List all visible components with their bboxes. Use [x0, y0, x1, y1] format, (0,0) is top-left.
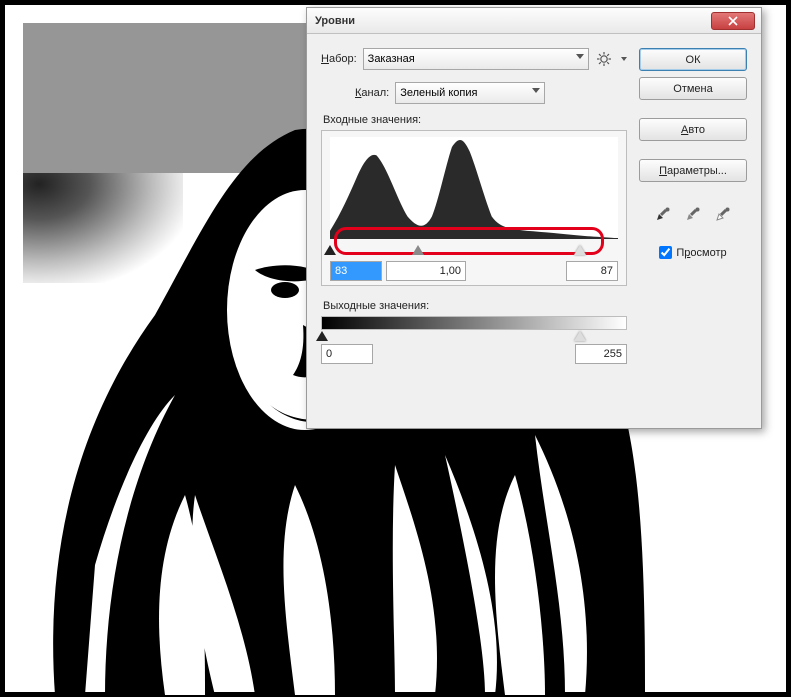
input-white-field[interactable]: 87: [566, 261, 618, 281]
output-levels-label: Выходные значения:: [323, 300, 627, 312]
gamma-slider[interactable]: [412, 245, 424, 255]
close-button[interactable]: [711, 12, 755, 30]
channel-value: Зеленый копия: [400, 87, 477, 99]
output-white-slider[interactable]: [574, 331, 586, 341]
output-gradient[interactable]: [321, 316, 627, 330]
gear-icon: [597, 52, 611, 66]
output-black-field[interactable]: 0: [321, 344, 373, 364]
chevron-down-icon: [532, 88, 540, 93]
eyedropper-black-icon: [655, 206, 671, 222]
input-gamma-field[interactable]: 1,00: [386, 261, 466, 281]
titlebar[interactable]: Уровни: [307, 8, 761, 34]
preview-checkbox[interactable]: [659, 246, 672, 259]
cancel-button[interactable]: Отмена: [639, 77, 747, 100]
eyedropper-gray-icon: [685, 206, 701, 222]
chevron-down-icon: [576, 54, 584, 59]
output-black-slider[interactable]: [316, 331, 328, 341]
preset-value: Заказная: [368, 53, 415, 65]
white-point-slider[interactable]: [574, 245, 586, 255]
black-point-slider[interactable]: [324, 245, 336, 255]
channel-select[interactable]: Зеленый копия: [395, 82, 545, 104]
eyedropper-white-icon: [715, 206, 731, 222]
channel-label: Канал:: [355, 87, 389, 99]
input-levels-label: Входные значения:: [323, 114, 627, 126]
input-black-field[interactable]: 83: [330, 261, 382, 281]
preset-select[interactable]: Заказная: [363, 48, 589, 70]
histogram-box: 83 1,00 87: [321, 130, 627, 286]
output-white-field[interactable]: 255: [575, 344, 627, 364]
levels-dialog: Уровни Набор: Заказная Канал: Зеленый: [306, 7, 762, 429]
eyedropper-black-button[interactable]: [653, 202, 673, 222]
auto-button[interactable]: Авто: [639, 118, 747, 141]
options-button[interactable]: Параметры...: [639, 159, 747, 182]
dialog-title: Уровни: [313, 15, 711, 27]
close-icon: [728, 16, 738, 26]
preset-menu-button[interactable]: [595, 50, 613, 68]
chevron-down-icon: [621, 57, 627, 61]
preset-label: Набор:: [321, 53, 357, 65]
preview-label: Просмотр: [676, 247, 726, 259]
histogram: [330, 137, 618, 239]
ok-button[interactable]: ОК: [639, 48, 747, 71]
eyedropper-white-button[interactable]: [713, 202, 733, 222]
input-slider-track[interactable]: [330, 241, 618, 255]
eyedropper-gray-button[interactable]: [683, 202, 703, 222]
